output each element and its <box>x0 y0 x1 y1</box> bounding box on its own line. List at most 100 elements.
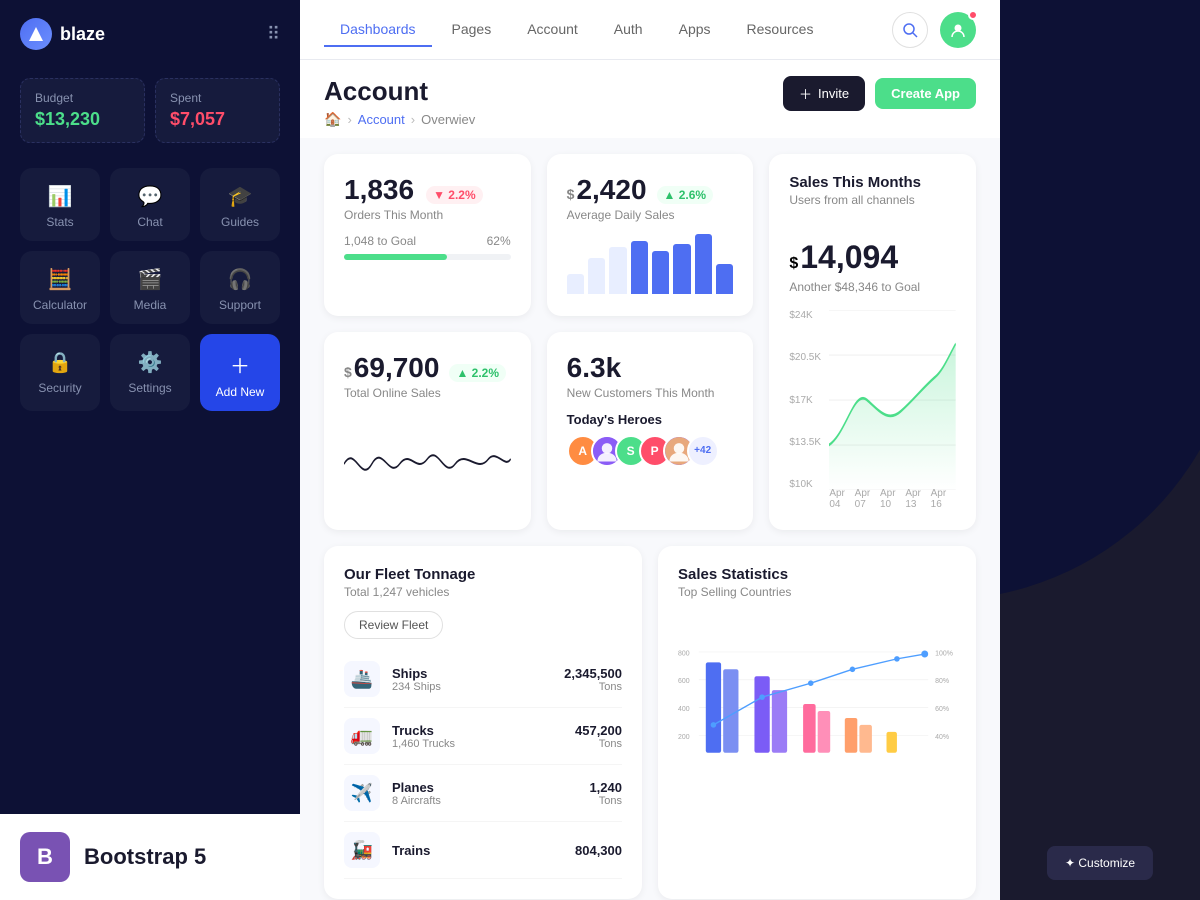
nav-tabs: Dashboards Pages Account Auth Apps Resou… <box>324 13 829 47</box>
guides-icon: 🎓 <box>228 184 253 209</box>
sidebar-item-label: Security <box>38 381 81 395</box>
spent-card: Spent $7,057 <box>155 78 280 143</box>
progress-label: 1,048 to Goal 62% <box>344 234 511 248</box>
sidebar-item-guides[interactable]: 🎓 Guides <box>200 168 280 241</box>
bottom-grid: Our Fleet Tonnage Total 1,247 vehicles R… <box>324 546 976 899</box>
main-content: Dashboards Pages Account Auth Apps Resou… <box>300 0 1000 900</box>
trucks-value: 457,200 <box>575 723 622 738</box>
budget-label: Budget <box>35 91 130 105</box>
bar-4 <box>631 241 648 294</box>
svg-text:40%: 40% <box>935 734 949 741</box>
svg-text:600: 600 <box>678 678 690 685</box>
daily-label: Average Daily Sales <box>567 208 734 222</box>
planes-value: 1,240 <box>589 780 622 795</box>
daily-prefix: $ <box>567 186 575 202</box>
budget-section: Budget $13,230 Spent $7,057 <box>0 68 300 158</box>
progress-pct: 62% <box>487 234 511 248</box>
sales-stats-title: Sales Statistics <box>678 566 956 583</box>
breadcrumb-home-icon: 🏠 <box>324 111 341 128</box>
orders-card: 1,836 ▼ 2.2% Orders This Month 1,048 to … <box>324 154 531 316</box>
ships-values: 2,345,500 Tons <box>564 666 622 693</box>
sidebar-item-stats[interactable]: 📊 Stats <box>20 168 100 241</box>
tab-dashboards[interactable]: Dashboards <box>324 13 432 47</box>
sales-month-card: Sales This Months Users from all channel… <box>769 154 976 530</box>
trucks-values: 457,200 Tons <box>575 723 622 750</box>
svg-text:800: 800 <box>678 650 690 657</box>
bar-5 <box>652 251 669 294</box>
page-content: Account 🏠 › Account › Overwiev ＋ Invite … <box>300 60 1000 900</box>
tab-account[interactable]: Account <box>511 13 594 47</box>
sidebar-item-support[interactable]: 🎧 Support <box>200 251 280 324</box>
svg-text:60%: 60% <box>935 706 949 713</box>
tab-resources[interactable]: Resources <box>731 13 830 47</box>
sidebar-item-media[interactable]: 🎬 Media <box>110 251 190 324</box>
sidebar-item-label: Guides <box>221 215 259 229</box>
breadcrumb: 🏠 › Account › Overwiev <box>324 111 475 128</box>
settings-icon: ⚙️ <box>138 350 163 375</box>
fleet-title: Our Fleet Tonnage <box>344 566 622 583</box>
trains-icon: 🚂 <box>344 832 380 868</box>
menu-icon[interactable]: ⠿ <box>267 24 280 45</box>
sidebar-item-label: Media <box>134 298 167 312</box>
budget-value: $13,230 <box>35 109 130 130</box>
breadcrumb-sep2: › <box>411 112 415 127</box>
trucks-name: Trucks <box>392 723 575 738</box>
progress-text: 1,048 to Goal <box>344 234 416 248</box>
svg-text:100%: 100% <box>935 650 953 657</box>
sidebar-item-chat[interactable]: 💬 Chat <box>110 168 190 241</box>
review-fleet-button[interactable]: Review Fleet <box>344 611 443 639</box>
sidebar-item-add-new[interactable]: ＋ Add New <box>200 334 280 411</box>
sales-month-sub: Users from all channels <box>789 193 956 207</box>
bar-3 <box>609 247 626 294</box>
sales-prefix: $ <box>789 255 798 273</box>
sales-goal-text: Another $48,346 to Goal <box>789 280 956 294</box>
sales-month-title: Sales This Months <box>789 174 956 191</box>
online-sales-card: $ 69,700 ▲ 2.2% Total Online Sales <box>324 332 531 531</box>
trucks-info: Trucks 1,460 Trucks <box>392 723 575 750</box>
bar-8 <box>716 264 733 294</box>
plus-icon: ＋ <box>799 84 812 103</box>
fleet-subtitle: Total 1,247 vehicles <box>344 585 622 599</box>
trains-values: 804,300 <box>575 843 622 858</box>
search-button[interactable] <box>892 12 928 48</box>
sales-statistics-card: Sales Statistics Top Selling Countries 8… <box>658 546 976 899</box>
online-prefix: $ <box>344 364 352 380</box>
invite-button[interactable]: ＋ Invite <box>783 76 865 111</box>
top-nav: Dashboards Pages Account Auth Apps Resou… <box>300 0 1000 60</box>
sidebar-item-security[interactable]: 🔒 Security <box>20 334 100 411</box>
media-icon: 🎬 <box>138 267 163 292</box>
breadcrumb-account[interactable]: Account <box>358 112 405 127</box>
tab-auth[interactable]: Auth <box>598 13 659 47</box>
security-icon: 🔒 <box>48 350 73 375</box>
fleet-item-planes: ✈️ Planes 8 Aircrafts 1,240 Tons <box>344 765 622 822</box>
add-icon: ＋ <box>230 350 250 379</box>
tab-apps[interactable]: Apps <box>663 13 727 47</box>
sales-chart-container: $24K $20.5K $17K $13.5K $10K <box>789 310 956 510</box>
bar-1 <box>567 274 584 294</box>
orders-progress: 1,048 to Goal 62% <box>344 234 511 260</box>
sidebar-item-settings[interactable]: ⚙️ Settings <box>110 334 190 411</box>
ships-name: Ships <box>392 666 564 681</box>
bar-6 <box>673 244 690 294</box>
daily-value: 2,420 <box>576 174 646 206</box>
page-title-section: Account 🏠 › Account › Overwiev <box>324 76 475 128</box>
sidebar-header: blaze ⠿ <box>0 0 300 68</box>
sidebar-item-calculator[interactable]: 🧮 Calculator <box>20 251 100 324</box>
bar-7 <box>695 234 712 294</box>
tab-pages[interactable]: Pages <box>436 13 508 47</box>
customize-button[interactable]: ✦ Customize <box>1047 846 1153 880</box>
planes-name: Planes <box>392 780 589 795</box>
sales-stats-chart: 800 600 400 200 100% 80% 60% 40% <box>678 611 956 811</box>
planes-icon: ✈️ <box>344 775 380 811</box>
breadcrumb-sep1: › <box>347 112 351 127</box>
trains-value: 804,300 <box>575 843 622 858</box>
sidebar-item-label: Calculator <box>33 298 87 312</box>
calculator-icon: 🧮 <box>48 267 73 292</box>
spent-value: $7,057 <box>170 109 265 130</box>
sidebar-item-label: Chat <box>137 215 162 229</box>
user-avatar-button[interactable] <box>940 12 976 48</box>
page-header: Account 🏠 › Account › Overwiev ＋ Invite … <box>300 60 1000 138</box>
ships-value: 2,345,500 <box>564 666 622 681</box>
sales-line-chart <box>829 310 956 490</box>
create-app-button[interactable]: Create App <box>875 78 976 109</box>
